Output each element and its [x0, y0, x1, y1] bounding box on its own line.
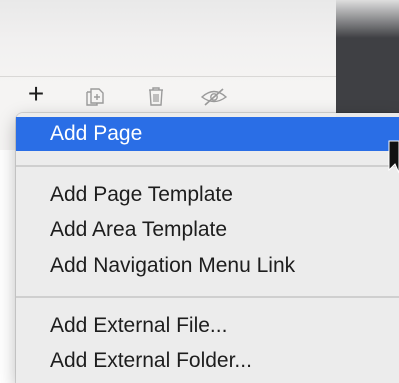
plus-icon[interactable]: + — [22, 78, 50, 109]
duplicate-icon[interactable] — [82, 83, 108, 109]
menu-separator — [16, 165, 399, 167]
add-glyph: + — [27, 78, 45, 109]
eye-slash-icon-graphic — [200, 88, 228, 106]
menu-item-add-area-template[interactable]: Add Area Template — [16, 213, 399, 247]
trash-icon-graphic — [149, 87, 163, 106]
menu-item-add-external-folder[interactable]: Add External Folder... — [16, 344, 399, 378]
menu-item-add-external-file[interactable]: Add External File... — [16, 309, 399, 343]
page-list-toolbar: + — [0, 77, 336, 117]
menu-separator — [16, 296, 399, 298]
menu-item-add-navigation-menu-link[interactable]: Add Navigation Menu Link — [16, 249, 399, 283]
mouse-pointer-icon — [388, 140, 399, 174]
menu-item-add-page[interactable]: Add Page — [16, 117, 399, 151]
menu-item-add-page-template[interactable]: Add Page Template — [16, 178, 399, 212]
duplicate-icon-graphic — [86, 88, 104, 106]
trash-icon[interactable] — [145, 83, 167, 109]
eye-slash-icon[interactable] — [199, 83, 229, 109]
add-context-menu: Add Page Add Page Template Add Area Temp… — [16, 113, 399, 383]
